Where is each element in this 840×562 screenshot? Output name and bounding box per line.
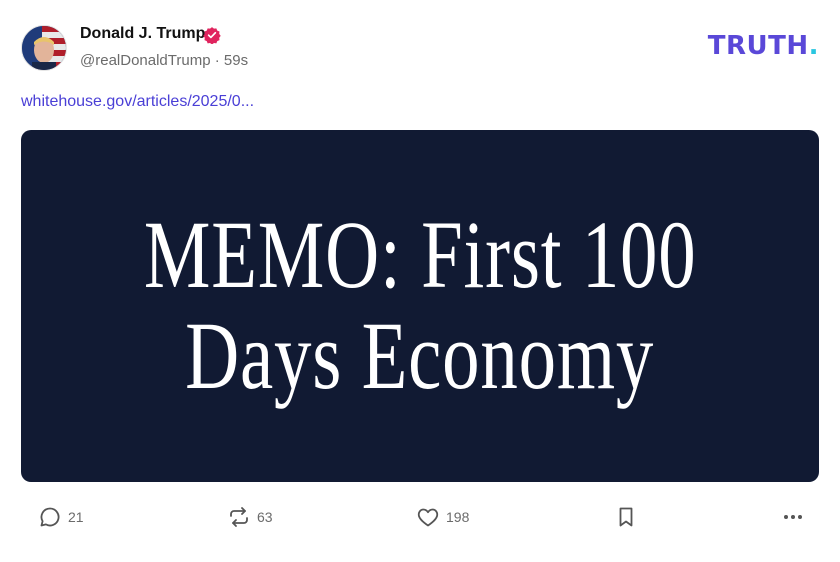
reply-count: 21 bbox=[68, 509, 84, 525]
retruth-button[interactable]: 63 bbox=[227, 500, 273, 534]
more-options-button[interactable] bbox=[781, 500, 805, 534]
repost-icon bbox=[230, 507, 248, 527]
meta-separator: · bbox=[214, 52, 220, 69]
reply-button[interactable]: 21 bbox=[38, 500, 84, 534]
more-icon bbox=[784, 515, 802, 519]
retruth-count: 63 bbox=[257, 509, 273, 525]
post-actions-bar: 21 63 198 bbox=[0, 500, 840, 534]
logo-text: TRUTH bbox=[707, 31, 809, 61]
author-name[interactable]: Donald J. Trump bbox=[80, 25, 205, 43]
bookmark-icon bbox=[619, 507, 633, 527]
like-count: 198 bbox=[446, 509, 470, 525]
comment-icon bbox=[40, 507, 60, 527]
author-avatar[interactable] bbox=[21, 25, 67, 71]
author-handle[interactable]: @realDonaldTrump bbox=[80, 52, 211, 69]
truth-logo[interactable]: TRUTH. bbox=[708, 33, 819, 59]
heart-icon bbox=[417, 508, 439, 527]
post-image[interactable]: MEMO: First 100 Days Economy bbox=[21, 130, 819, 482]
article-link[interactable]: whitehouse.gov/articles/2025/0... bbox=[21, 93, 254, 111]
like-button[interactable]: 198 bbox=[416, 500, 469, 534]
image-headline-line-2: Days Economy bbox=[185, 302, 655, 409]
post-timestamp[interactable]: 59s bbox=[224, 52, 248, 69]
author-meta: @realDonaldTrump · 59s bbox=[80, 52, 248, 69]
verified-badge-icon bbox=[203, 27, 221, 44]
truth-post: Donald J. Trump @realDonaldTrump · 59s T… bbox=[0, 0, 840, 562]
bookmark-button[interactable] bbox=[614, 500, 638, 534]
logo-dot: . bbox=[808, 31, 819, 61]
image-headline-line-1: MEMO: First 100 bbox=[143, 201, 697, 309]
avatar-image bbox=[22, 26, 66, 70]
